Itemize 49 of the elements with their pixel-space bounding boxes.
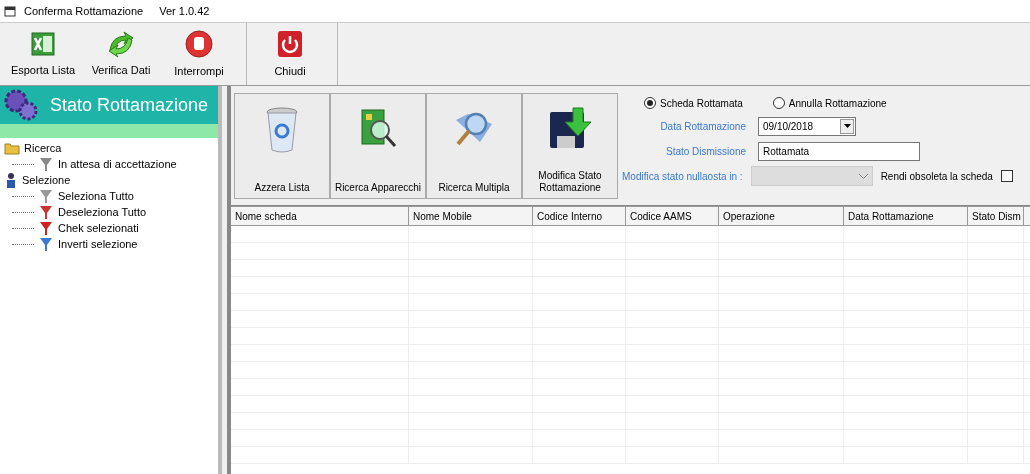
chevron-down-icon (858, 173, 868, 179)
tree-item[interactable]: Selezione (4, 172, 218, 188)
column-header[interactable]: Stato Dism (968, 207, 1024, 225)
column-header[interactable]: Codice AAMS (626, 207, 719, 225)
gears-icon (4, 89, 38, 121)
field-label: Stato Dismissione (664, 144, 747, 159)
action-button[interactable]: Azzera Lista (234, 93, 330, 199)
toolbar-button[interactable]: Esporta Lista (4, 23, 82, 85)
column-header[interactable]: Nome scheda (231, 207, 409, 225)
tree-item[interactable]: Chek selezionati (38, 219, 139, 237)
funnel-icon (38, 188, 54, 204)
column-header[interactable]: Nome Mobile (409, 207, 533, 225)
radio-label: Annulla Rottamazione (788, 96, 887, 111)
column-header[interactable]: Operazione (719, 207, 844, 225)
field-label: Modifica stato nullaosta in : (622, 169, 744, 184)
toolbar-button[interactable]: Chiudi (251, 23, 329, 85)
column-header[interactable]: Codice Interno (533, 207, 626, 225)
radio-button[interactable] (644, 97, 656, 109)
date-picker[interactable]: 09/10/2018 (758, 116, 856, 136)
recycle-bin-icon (265, 106, 299, 154)
field-label: Data Rottamazione (659, 119, 747, 134)
tree-item[interactable]: Ricerca (4, 140, 218, 156)
radio-label: Scheda Rottamata (660, 96, 743, 111)
column-header[interactable]: Data Rottamazione (844, 207, 968, 225)
tree-item[interactable]: In attesa di accettazione (38, 155, 177, 173)
power-icon (276, 28, 304, 59)
circuit-board-magnifier-icon (358, 106, 398, 150)
arrows-icon (106, 29, 136, 58)
spreadsheet-icon (29, 29, 57, 58)
stop-hand-icon (184, 28, 214, 59)
tree-item[interactable]: Inverti selezione (38, 235, 138, 253)
tree-item[interactable]: Seleziona Tutto (38, 187, 134, 205)
sidebar-title: Stato Rottamazione (50, 93, 209, 117)
folder-icon (4, 141, 20, 155)
person-icon (4, 172, 18, 188)
dropdown-arrow-icon (843, 124, 851, 128)
tree-item[interactable]: Deseleziona Tutto (38, 203, 147, 221)
toolbar-button[interactable]: Verifica Dati (82, 23, 160, 85)
app-icon (4, 5, 16, 17)
version-label: Ver 1.0.42 (159, 3, 210, 19)
text-field[interactable]: Rottamata (758, 141, 920, 161)
action-button[interactable]: Ricerca Apparecchi (330, 93, 426, 199)
radio-button[interactable] (772, 97, 785, 109)
window-title: Conferma Rottamazione (24, 3, 144, 19)
checkbox-label: Rendi obsoleta la scheda (880, 169, 993, 184)
action-button[interactable]: Modifica Stato Rottamazione (522, 93, 618, 199)
checkbox[interactable] (1000, 170, 1013, 182)
action-button[interactable]: Ricerca Multipla (426, 93, 522, 199)
toolbar-button[interactable]: Interrompi (160, 23, 238, 85)
